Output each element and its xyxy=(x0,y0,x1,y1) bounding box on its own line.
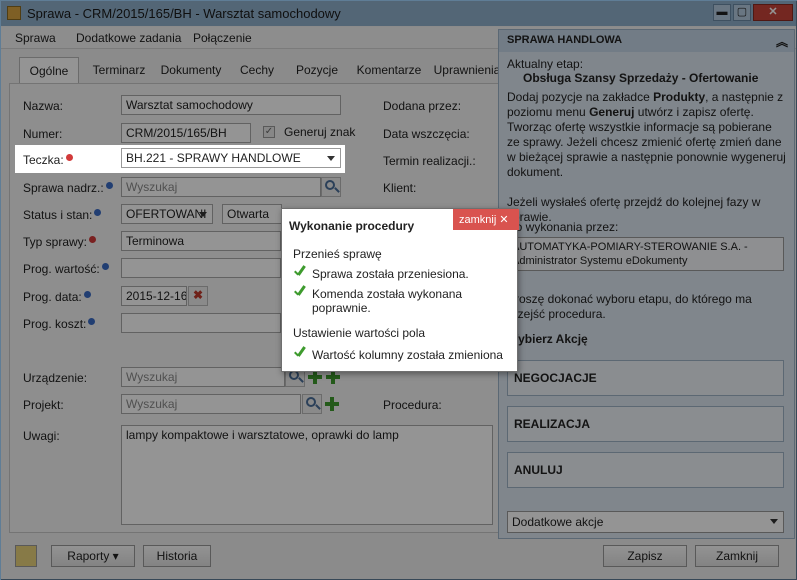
check-icon xyxy=(293,265,307,279)
result-line: Wartość kolumny została zmieniona xyxy=(293,348,503,362)
result-line: Komenda została wykonana poprawnie. xyxy=(293,287,517,315)
check-icon xyxy=(293,285,307,299)
case-window: Sprawa - CRM/2015/165/BH - Warsztat samo… xyxy=(0,0,797,580)
dialog-title: Wykonanie procedury xyxy=(289,219,415,233)
dialog-close-button[interactable]: zamknij ✕ xyxy=(453,209,519,230)
check-icon xyxy=(293,346,307,360)
procedure-dialog: Wykonanie procedury zamknij ✕ Przenieś s… xyxy=(281,208,519,372)
section-ustawienie: Ustawienie wartości pola xyxy=(293,326,426,340)
required-icon xyxy=(65,154,73,161)
section-przenies: Przenieś sprawę xyxy=(293,247,382,261)
chevron-down-icon xyxy=(327,156,335,161)
teczka-row: Teczka: BH.221 - SPRAWY HANDLOWE xyxy=(15,145,345,173)
result-line: Sprawa została przeniesiona. xyxy=(293,267,469,281)
teczka-select[interactable]: BH.221 - SPRAWY HANDLOWE xyxy=(121,148,341,168)
teczka-label: Teczka: xyxy=(23,153,73,167)
